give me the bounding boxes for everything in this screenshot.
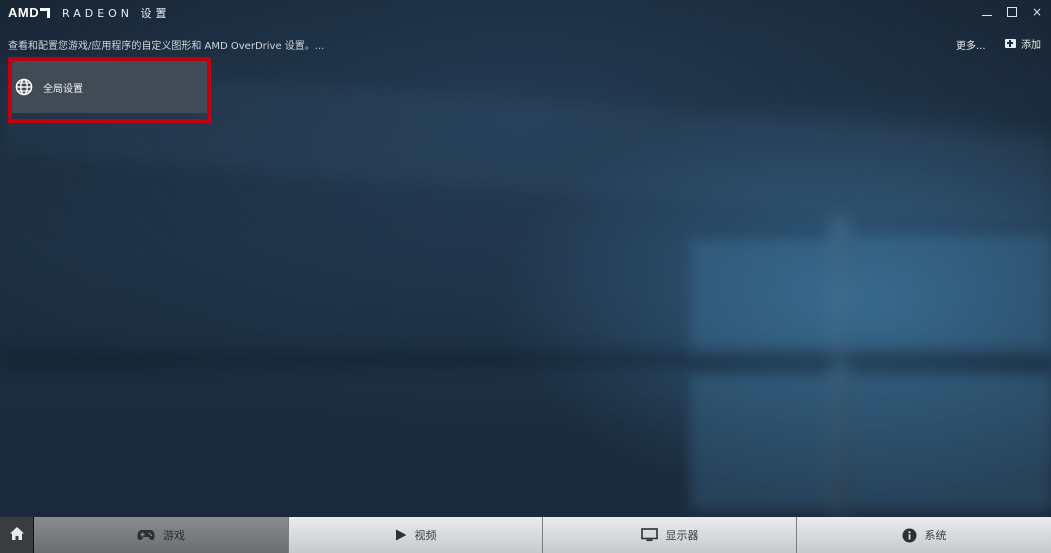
minimize-icon — [982, 14, 992, 16]
globe-icon — [14, 77, 34, 97]
close-icon: × — [1031, 5, 1043, 19]
maximize-icon — [1007, 7, 1017, 17]
tab-gaming[interactable]: 游戏 — [34, 517, 289, 553]
tab-system[interactable]: 系统 — [797, 517, 1051, 553]
maximize-button[interactable] — [1001, 2, 1023, 22]
bottom-nav: 游戏 视频 显示器 系统 — [0, 517, 1051, 553]
add-folder-icon — [1005, 39, 1016, 48]
tab-system-label: 系统 — [924, 529, 947, 542]
play-icon — [395, 529, 407, 541]
tab-display[interactable]: 显示器 — [543, 517, 797, 553]
home-icon — [9, 526, 25, 545]
close-button[interactable]: × — [1026, 2, 1048, 22]
page-description: 查看和配置您游戏/应用程序的自定义图形和 AMD OverDrive 设置。..… — [8, 41, 325, 52]
amd-logo: AMD — [8, 5, 51, 20]
tab-gaming-label: 游戏 — [163, 529, 185, 542]
tab-video[interactable]: 视频 — [289, 517, 543, 553]
tab-display-label: 显示器 — [665, 529, 699, 542]
title-bar: AMD RADEON 设置 × — [0, 0, 1051, 24]
monitor-icon — [640, 528, 658, 542]
minimize-button[interactable] — [976, 2, 998, 22]
add-button[interactable]: 添加 — [1005, 36, 1041, 51]
app-title: RADEON 设置 — [62, 7, 171, 20]
more-button[interactable]: 更多... — [956, 37, 986, 52]
tab-video-label: 视频 — [414, 529, 437, 542]
home-button[interactable] — [0, 517, 34, 553]
add-label: 添加 — [1021, 40, 1041, 51]
info-icon — [902, 528, 917, 543]
tile-label: 全局设置 — [43, 83, 83, 95]
tile-global-settings[interactable]: 全局设置 — [12, 61, 207, 113]
gamepad-icon — [137, 529, 155, 541]
